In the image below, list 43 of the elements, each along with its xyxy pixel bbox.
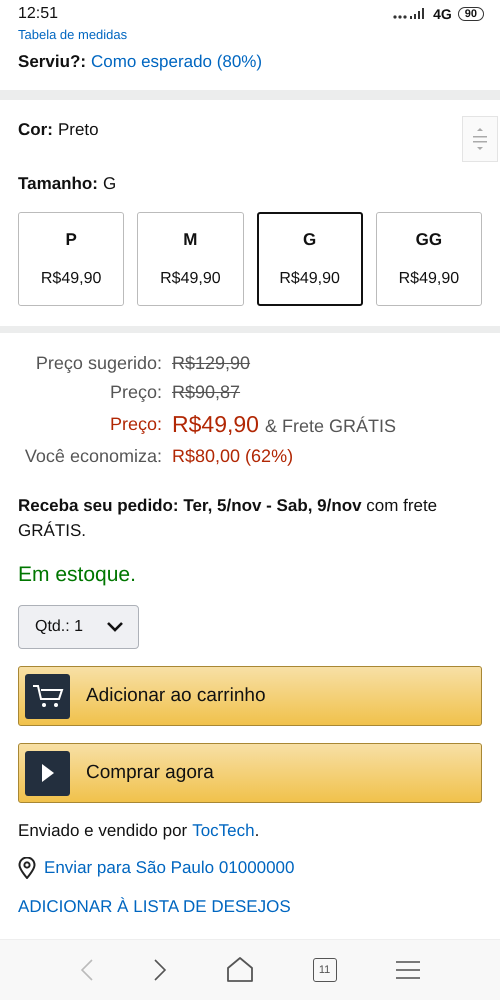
menu-icon[interactable] xyxy=(396,960,420,980)
forward-icon[interactable] xyxy=(153,958,168,982)
size-option[interactable]: P R$49,90 xyxy=(18,212,124,306)
buy-now-button[interactable]: Comprar agora xyxy=(18,743,482,803)
price-label: Preço sugerido: xyxy=(34,353,162,374)
shipping-note: & Frete GRÁTIS xyxy=(264,416,396,437)
color-value: Preto xyxy=(58,120,99,140)
price-label: Preço: xyxy=(108,382,162,403)
price-value: R$49,90 xyxy=(172,411,259,438)
fit-label: Serviu?: xyxy=(18,52,86,72)
ship-to-link[interactable]: Enviar para São Paulo 01000000 xyxy=(44,858,294,878)
add-to-cart-button[interactable]: Adicionar ao carrinho xyxy=(18,666,482,726)
chevron-icon xyxy=(106,621,124,633)
price-label: Você economiza: xyxy=(24,446,162,467)
quantity-dropdown[interactable]: Qtd.: 1 xyxy=(18,605,139,649)
fit-link[interactable]: Como esperado (80%) xyxy=(91,52,262,72)
size-value: G xyxy=(102,174,116,194)
network-type: 4G xyxy=(433,6,452,22)
price-value: R$90,87 xyxy=(172,382,240,403)
seller-period: . xyxy=(254,821,260,841)
price-value: R$80,00 (62%) xyxy=(172,446,294,467)
wishlist-link[interactable]: ADICIONAR À LISTA DE DESEJOS xyxy=(18,897,291,917)
size-chart-link[interactable]: Tabela de medidas xyxy=(18,28,482,42)
size-option[interactable]: G R$49,90 xyxy=(256,212,363,306)
size-option[interactable]: GG R$49,90 xyxy=(376,212,482,306)
delivery-text: Receba seu pedido: Ter, 5/nov - Sab, 9/nov com frete GRÁTIS. xyxy=(18,495,438,542)
status-time: 12:51 xyxy=(18,5,58,23)
price-value: R$129,90 xyxy=(172,353,250,374)
color-label: Cor: xyxy=(18,120,53,140)
tabs-button[interactable]: 11 xyxy=(312,958,337,982)
size-option[interactable]: M R$49,90 xyxy=(137,212,244,306)
seller-link[interactable]: TocTech xyxy=(192,821,255,841)
play-icon xyxy=(40,763,54,783)
stock-status: Em estoque. xyxy=(18,563,137,587)
battery-indicator: 90 xyxy=(458,7,484,21)
size-label: Tamanho: xyxy=(18,174,98,194)
location-pin-icon xyxy=(18,857,36,879)
cart-icon xyxy=(32,683,64,709)
scroll-handle[interactable] xyxy=(462,116,498,162)
seller-text: Enviado e vendido por xyxy=(18,821,188,841)
scroll-icon xyxy=(472,126,488,152)
home-icon[interactable] xyxy=(226,957,253,983)
price-label: Preço: xyxy=(108,414,162,435)
